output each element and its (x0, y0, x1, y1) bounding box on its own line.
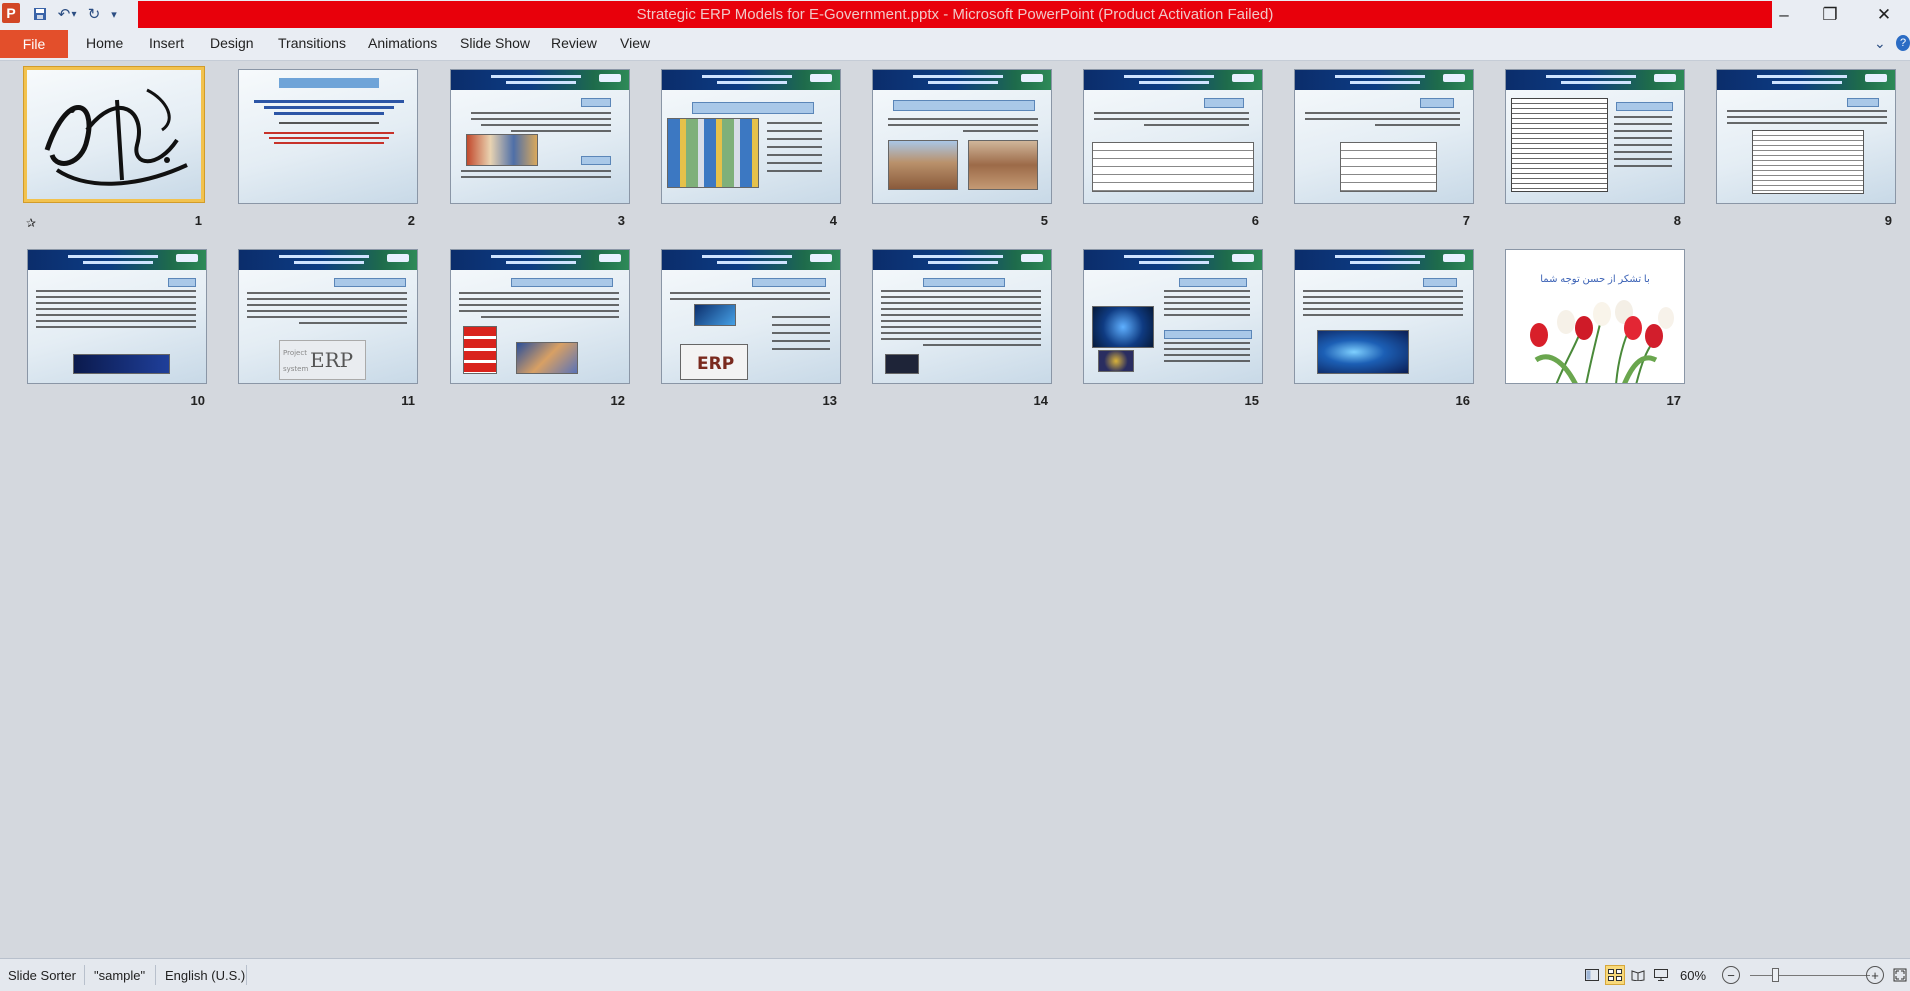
tab-animations[interactable]: Animations (368, 35, 437, 51)
slide-sorter-pane: 1 ✰ 2 3 4 5 6 7 8 9 10 ERP Project syste… (0, 61, 1910, 958)
slide-number-3: 3 (617, 213, 625, 228)
zoom-level[interactable]: 60% (1680, 968, 1706, 983)
thanks-text: با تشکر از حسن توجه شما (1540, 274, 1650, 285)
normal-view-icon[interactable] (1582, 965, 1602, 985)
undo-dropdown-icon[interactable]: ▾ (68, 4, 80, 24)
slide-number-6: 6 (1251, 213, 1259, 228)
tab-insert[interactable]: Insert (149, 35, 184, 51)
redo-icon[interactable]: ↻ (84, 4, 104, 24)
animation-indicator-icon: ✰ (26, 216, 37, 230)
tab-review[interactable]: Review (551, 35, 597, 51)
customize-qat-icon[interactable]: ▾ (104, 4, 124, 24)
slide-thumbnail-6[interactable] (1083, 69, 1263, 204)
slide-number-17: 17 (1666, 393, 1681, 408)
tab-view[interactable]: View (620, 35, 650, 51)
title-bar: P ↶ ▾ ↻ ▾ Strategic ERP Models for E-Gov… (0, 0, 1910, 30)
save-icon[interactable] (30, 4, 50, 24)
slide-number-10: 10 (190, 393, 205, 408)
slide-thumbnail-17[interactable]: با تشکر از حسن توجه شما (1505, 249, 1685, 384)
tab-slide-show[interactable]: Slide Show (460, 35, 530, 51)
slide-thumbnail-10[interactable] (27, 249, 207, 384)
tab-transitions[interactable]: Transitions (278, 35, 346, 51)
slide-thumbnail-7[interactable] (1294, 69, 1474, 204)
tulips-image (1530, 300, 1674, 383)
file-tab[interactable]: File (0, 30, 68, 58)
status-divider (246, 965, 247, 985)
slide-sorter-view-icon[interactable] (1605, 965, 1625, 985)
slide-number-5: 5 (1040, 213, 1048, 228)
slide-thumbnail-15[interactable] (1083, 249, 1263, 384)
slide-thumbnail-9[interactable] (1716, 69, 1896, 204)
slide-thumbnail-2[interactable] (238, 69, 418, 204)
slide-number-15: 15 (1244, 393, 1259, 408)
calligraphy-image (44, 88, 188, 186)
powerpoint-app-icon[interactable]: P (2, 3, 20, 23)
reading-view-icon[interactable] (1628, 965, 1648, 985)
tab-home[interactable]: Home (86, 35, 123, 51)
status-view-name: Slide Sorter (8, 968, 76, 983)
slide-thumbnail-13[interactable]: ERP (661, 249, 841, 384)
slide-number-11: 11 (401, 393, 415, 408)
slide-number-8: 8 (1673, 213, 1681, 228)
minimize-ribbon-icon[interactable]: ⌄ (1874, 35, 1886, 52)
zoom-in-button[interactable]: + (1866, 966, 1884, 984)
close-button[interactable]: ✕ (1870, 4, 1898, 26)
fit-to-window-icon[interactable] (1890, 965, 1910, 985)
slide-number-14: 14 (1033, 393, 1048, 408)
slide-number-2: 2 (407, 213, 415, 228)
help-icon[interactable]: ? (1896, 35, 1910, 51)
slide-number-9: 9 (1884, 213, 1892, 228)
slide-number-1: 1 (194, 213, 202, 228)
slide-thumbnail-16[interactable] (1294, 249, 1474, 384)
ribbon-tabs: File Home Insert Design Transitions Anim… (0, 30, 1910, 61)
svg-text:ERP: ERP (310, 348, 353, 372)
minimize-button[interactable]: – (1770, 4, 1798, 26)
status-theme-name[interactable]: "sample" (94, 968, 145, 983)
svg-text:Project: Project (283, 349, 307, 357)
status-language[interactable]: English (U.S.) (165, 968, 245, 983)
status-bar: Slide Sorter "sample" English (U.S.) 60%… (0, 958, 1910, 991)
restore-button[interactable]: ❐ (1816, 4, 1844, 26)
svg-text:ERP: ERP (697, 354, 734, 374)
slide-thumbnail-12[interactable] (450, 249, 630, 384)
slide-number-13: 13 (822, 393, 837, 408)
zoom-slider-thumb[interactable] (1772, 968, 1779, 982)
svg-text:system: system (283, 365, 308, 373)
zoom-out-button[interactable]: − (1722, 966, 1740, 984)
slide-thumbnail-11[interactable]: ERP Project system (238, 249, 418, 384)
slide-thumbnail-1[interactable] (24, 67, 204, 202)
slide-thumbnail-3[interactable] (450, 69, 630, 204)
slide-number-16: 16 (1455, 393, 1470, 408)
slide-thumbnail-8[interactable] (1505, 69, 1685, 204)
slide-number-12: 12 (610, 393, 625, 408)
window-title: Strategic ERP Models for E-Government.pp… (138, 1, 1772, 28)
slide-show-icon[interactable] (1651, 965, 1671, 985)
slide-number-7: 7 (1462, 213, 1470, 228)
slide-thumbnail-4[interactable] (661, 69, 841, 204)
slide-number-4: 4 (829, 213, 837, 228)
tab-design[interactable]: Design (210, 35, 254, 51)
slide-thumbnail-5[interactable] (872, 69, 1052, 204)
status-divider (155, 965, 156, 985)
status-divider (84, 965, 85, 985)
slide-thumbnail-14[interactable] (872, 249, 1052, 384)
zoom-slider-track[interactable] (1750, 975, 1870, 976)
